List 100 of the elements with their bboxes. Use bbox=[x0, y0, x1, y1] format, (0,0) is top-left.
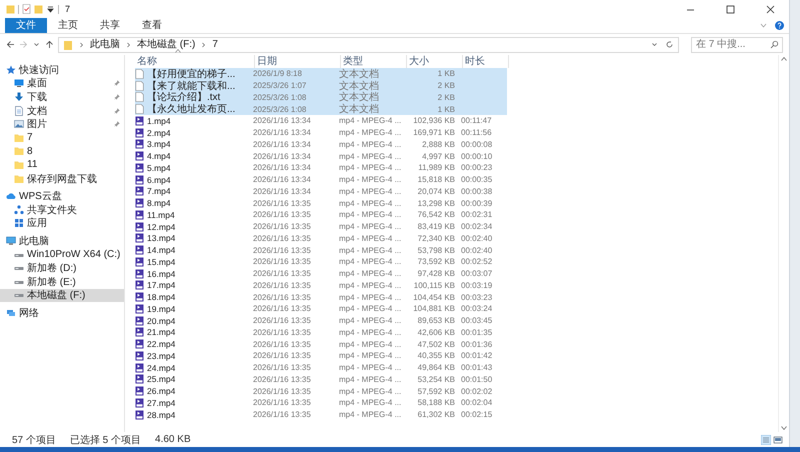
pin-icon[interactable] bbox=[114, 94, 120, 100]
text-file-icon bbox=[135, 80, 144, 91]
pin-icon[interactable] bbox=[114, 80, 120, 86]
text-file-icon bbox=[135, 104, 144, 114]
type-cell-text: 文本文档 bbox=[339, 68, 380, 80]
file-name: 4.mp4 bbox=[147, 151, 171, 162]
sidebar-item[interactable]: WPS云盘 bbox=[0, 189, 124, 203]
sidebar-item[interactable]: 文档 bbox=[0, 104, 124, 118]
scroll-up-icon[interactable] bbox=[781, 57, 787, 61]
sidebar-item[interactable]: 7 bbox=[0, 130, 124, 145]
sidebar-item[interactable]: 保存到网盘下载 bbox=[0, 172, 124, 186]
pin-icon[interactable] bbox=[114, 108, 120, 114]
close-button[interactable] bbox=[766, 4, 775, 14]
ribbon-tab[interactable]: 文件 bbox=[5, 18, 47, 33]
sidebar-item[interactable]: 新加卷 (E:) bbox=[0, 274, 124, 288]
file-row[interactable]: 2.mp4 2026/1/16 13:34 mp4 - MPEG-4 ... 169,971 KB 00:11:56 bbox=[135, 126, 507, 138]
file-row[interactable]: 19.mp4 2026/1/16 13:35 mp4 - MPEG-4 ... 104,881 KB 00:03:24 bbox=[135, 303, 507, 315]
file-row[interactable]: 6.mp4 2026/1/16 13:34 mp4 - MPEG-4 ... 15,818 KB 00:00:35 bbox=[135, 174, 507, 186]
duration-cell-text: 00:02:52 bbox=[461, 257, 494, 266]
sidebar-item[interactable]: 8 bbox=[0, 144, 124, 158]
help-icon[interactable] bbox=[775, 21, 784, 30]
date-cell-text: 2026/1/16 13:34 bbox=[253, 175, 312, 184]
file-row[interactable]: 【来了就能下载和... 2025/3/26 1:07 文本文档 2 KB bbox=[135, 80, 507, 92]
sidebar-item[interactable]: 本地磁盘 (F:) bbox=[0, 288, 124, 302]
scrollbar[interactable] bbox=[778, 55, 789, 432]
breadcrumb[interactable]: 此电脑 bbox=[90, 38, 120, 50]
file-row[interactable]: 27.mp4 2026/1/16 13:35 mp4 - MPEG-4 ... 58,188 KB 00:02:04 bbox=[135, 397, 507, 409]
type-cell-text: mp4 - MPEG-4 ... bbox=[339, 351, 402, 360]
file-row[interactable]: 7.mp4 2026/1/16 13:34 mp4 - MPEG-4 ... 20,074 KB 00:00:38 bbox=[135, 186, 507, 198]
file-row[interactable]: 28.mp4 2026/1/16 13:35 mp4 - MPEG-4 ... 61,302 KB 00:02:15 bbox=[135, 408, 507, 420]
file-name: 13.mp4 bbox=[147, 233, 176, 244]
sidebar-item[interactable]: 应用 bbox=[0, 216, 124, 230]
type-cell-text: mp4 - MPEG-4 ... bbox=[339, 246, 402, 255]
chevron-right-icon[interactable] bbox=[79, 42, 84, 48]
file-row[interactable]: 18.mp4 2026/1/16 13:35 mp4 - MPEG-4 ... 104,454 KB 00:03:23 bbox=[135, 291, 507, 303]
file-name: 21.mp4 bbox=[147, 327, 176, 338]
sidebar-item[interactable]: 网络 bbox=[0, 306, 124, 320]
date-cell-text: 2025/3/26 1:07 bbox=[253, 81, 308, 90]
sidebar-item[interactable]: 此电脑 bbox=[0, 234, 124, 248]
thumbnail-view-icon[interactable] bbox=[773, 434, 783, 444]
properties-icon[interactable] bbox=[22, 4, 31, 14]
file-row[interactable]: 11.mp4 2026/1/16 13:35 mp4 - MPEG-4 ... 76,542 KB 00:02:31 bbox=[135, 209, 507, 221]
folder-icon bbox=[14, 160, 24, 170]
file-row[interactable]: 21.mp4 2026/1/16 13:35 mp4 - MPEG-4 ... 42,606 KB 00:01:35 bbox=[135, 326, 507, 338]
up-arrow-icon[interactable] bbox=[45, 40, 54, 49]
file-row[interactable]: 15.mp4 2026/1/16 13:35 mp4 - MPEG-4 ... 73,592 KB 00:02:52 bbox=[135, 256, 507, 268]
file-row[interactable]: 22.mp4 2026/1/16 13:35 mp4 - MPEG-4 ... 47,502 KB 00:01:36 bbox=[135, 338, 507, 350]
search-field[interactable]: 在 7 中搜... bbox=[691, 36, 783, 52]
file-row[interactable]: 8.mp4 2026/1/16 13:35 mp4 - MPEG-4 ... 13,298 KB 00:00:39 bbox=[135, 197, 507, 209]
date-cell-text: 2026/1/16 13:35 bbox=[253, 351, 312, 360]
details-view-icon[interactable] bbox=[761, 434, 771, 444]
file-row[interactable]: 24.mp4 2026/1/16 13:35 mp4 - MPEG-4 ... 49,864 KB 00:01:43 bbox=[135, 362, 507, 374]
sidebar-item[interactable]: 图片 bbox=[0, 117, 124, 131]
chevron-right-icon[interactable] bbox=[126, 42, 131, 48]
sidebar-item[interactable]: 新加卷 (D:) bbox=[0, 261, 124, 275]
date-cell-text: 2026/1/16 13:34 bbox=[253, 163, 312, 172]
file-row[interactable]: 16.mp4 2026/1/16 13:35 mp4 - MPEG-4 ... 97,428 KB 00:03:07 bbox=[135, 268, 507, 280]
star-icon bbox=[6, 64, 16, 75]
file-row[interactable]: 14.mp4 2026/1/16 13:35 mp4 - MPEG-4 ... 53,798 KB 00:02:40 bbox=[135, 244, 507, 256]
file-row[interactable]: 20.mp4 2026/1/16 13:35 mp4 - MPEG-4 ... 89,653 KB 00:03:45 bbox=[135, 314, 507, 326]
file-name: 【好用便宜的梯子... bbox=[147, 68, 236, 80]
scroll-down-icon[interactable] bbox=[781, 426, 787, 430]
sidebar-item[interactable]: 桌面 bbox=[0, 76, 124, 90]
file-row[interactable]: 5.mp4 2026/1/16 13:34 mp4 - MPEG-4 ... 11,989 KB 00:00:23 bbox=[135, 162, 507, 174]
sidebar-item[interactable]: 快速访问 bbox=[0, 63, 124, 77]
file-row[interactable]: 26.mp4 2026/1/16 13:35 mp4 - MPEG-4 ... 57,592 KB 00:02:02 bbox=[135, 385, 507, 397]
file-row[interactable]: 4.mp4 2026/1/16 13:34 mp4 - MPEG-4 ... 4,997 KB 00:00:10 bbox=[135, 150, 507, 162]
file-row[interactable]: 【永久地址发布页... 2025/3/26 1:08 文本文档 1 KB bbox=[135, 103, 507, 115]
file-row[interactable]: 【好用便宜的梯子... 2026/1/9 8:18 文本文档 1 KB bbox=[135, 68, 507, 80]
refresh-icon[interactable] bbox=[665, 40, 674, 49]
pin-icon[interactable] bbox=[114, 121, 120, 128]
ribbon-tab[interactable]: 共享 bbox=[89, 18, 131, 33]
ribbon-tab[interactable]: 主页 bbox=[47, 18, 89, 33]
address-bar[interactable]: 此电脑 本地磁盘 (F:) 7 bbox=[58, 36, 679, 52]
file-row[interactable]: 3.mp4 2026/1/16 13:34 mp4 - MPEG-4 ... 2,888 KB 00:00:08 bbox=[135, 138, 507, 150]
search-icon[interactable] bbox=[770, 40, 779, 49]
chevron-right-icon[interactable] bbox=[201, 42, 206, 48]
video-file-icon bbox=[135, 327, 144, 338]
size-cell-text: 20,074 KB bbox=[416, 186, 456, 196]
file-row[interactable]: 13.mp4 2026/1/16 13:35 mp4 - MPEG-4 ... 72,340 KB 00:02:40 bbox=[135, 232, 507, 244]
file-row[interactable]: 25.mp4 2026/1/16 13:35 mp4 - MPEG-4 ... 53,254 KB 00:01:50 bbox=[135, 374, 507, 386]
sidebar-item[interactable]: Win10ProW X64 (C:) bbox=[0, 248, 124, 262]
video-file-icon bbox=[135, 245, 144, 256]
file-row[interactable]: 17.mp4 2026/1/16 13:35 mp4 - MPEG-4 ... 100,115 KB 00:03:19 bbox=[135, 280, 507, 292]
video-file-icon bbox=[135, 304, 144, 314]
sidebar-item[interactable]: 共享文件夹 bbox=[0, 202, 124, 217]
file-row[interactable]: 【论坛介绍】.txt 2025/3/26 1:08 文本文档 2 KB bbox=[135, 92, 507, 104]
maximize-button[interactable] bbox=[726, 4, 735, 14]
breadcrumb[interactable]: 7 bbox=[212, 38, 218, 50]
file-row[interactable]: 1.mp4 2026/1/16 13:34 mp4 - MPEG-4 ... 102,936 KB 00:11:47 bbox=[135, 115, 507, 127]
sidebar-item[interactable]: 11 bbox=[0, 158, 124, 172]
video-file-icon bbox=[135, 398, 144, 408]
file-row[interactable]: 12.mp4 2026/1/16 13:35 mp4 - MPEG-4 ... 83,419 KB 00:02:34 bbox=[135, 220, 507, 232]
back-arrow-icon[interactable] bbox=[6, 40, 15, 49]
sidebar-item[interactable]: 下载 bbox=[0, 90, 124, 104]
breadcrumb[interactable]: 本地磁盘 (F:) bbox=[137, 38, 196, 50]
dropdown-icon[interactable] bbox=[46, 4, 55, 14]
date-cell-text: 2026/1/16 13:34 bbox=[253, 186, 312, 196]
file-row[interactable]: 23.mp4 2026/1/16 13:35 mp4 - MPEG-4 ... 40,355 KB 00:01:42 bbox=[135, 350, 507, 362]
ribbon-tab[interactable]: 查看 bbox=[131, 18, 173, 33]
